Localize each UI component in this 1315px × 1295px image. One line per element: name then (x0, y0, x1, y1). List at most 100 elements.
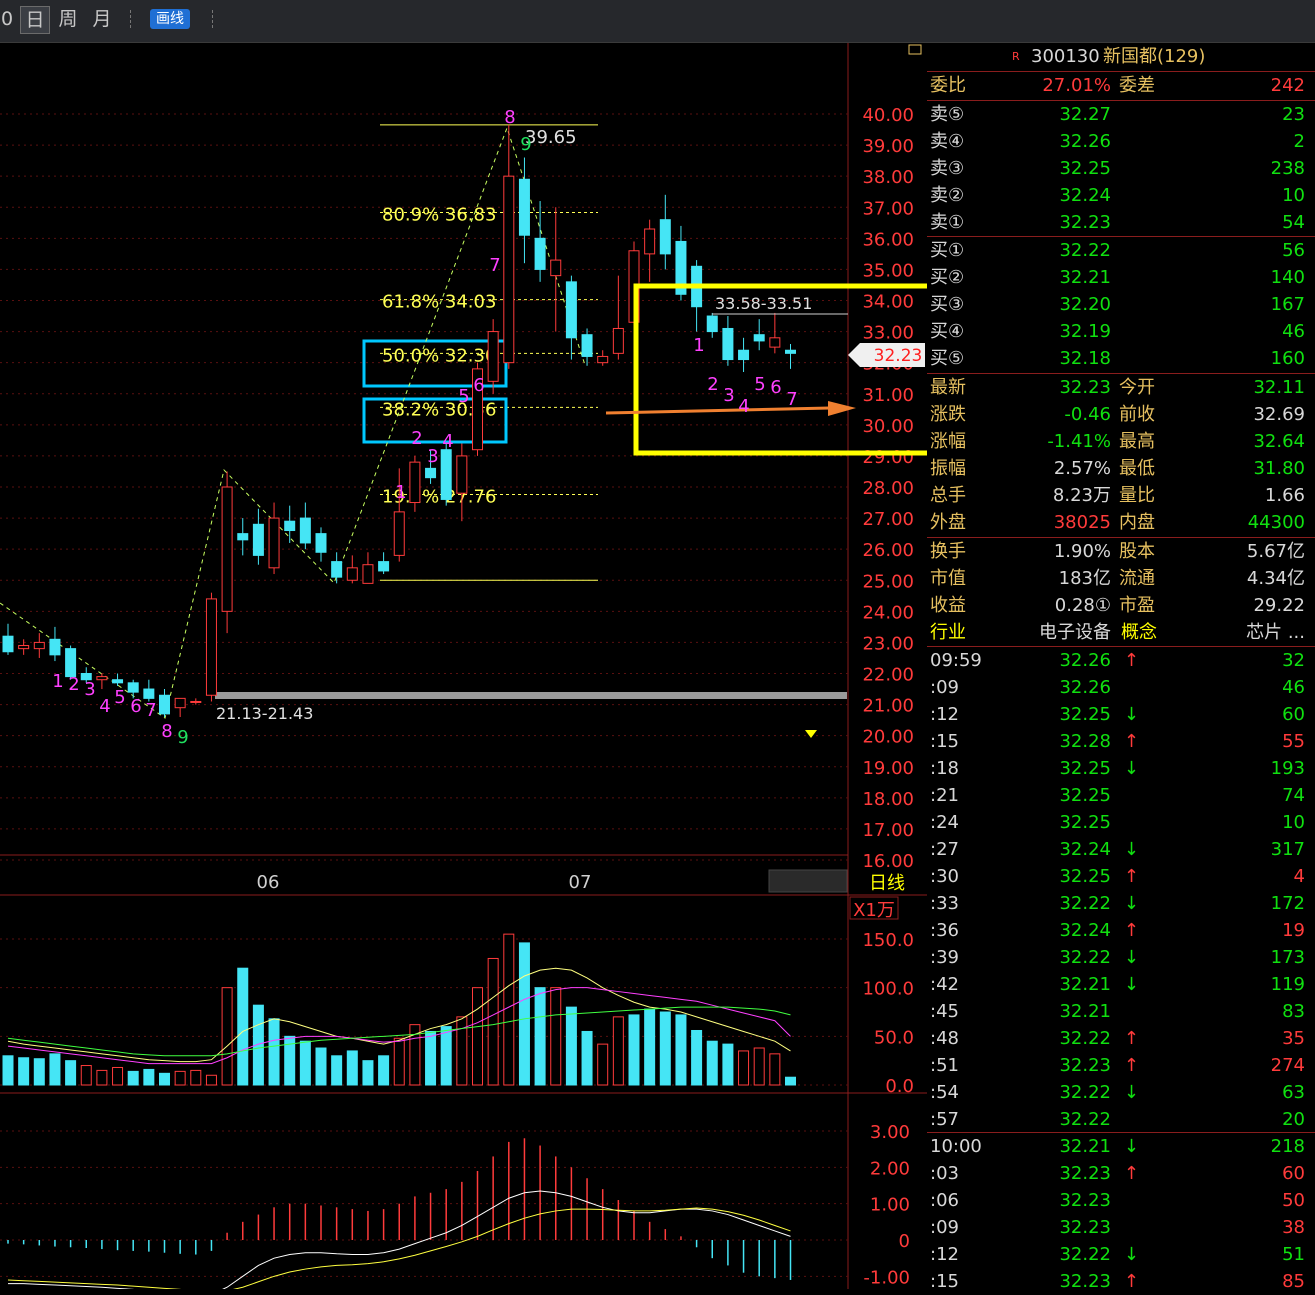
ask-row[interactable]: 卖③ 32.25 238 (927, 155, 1311, 182)
tick-time: :12 (930, 1244, 959, 1265)
date-label-06: 06 (257, 872, 280, 893)
tick-row[interactable]: :33 32.22 ↓ 172 (927, 890, 1311, 917)
tick-row[interactable]: :27 32.24 ↓ 317 (927, 836, 1311, 863)
candle-body (346, 567, 358, 581)
info-row[interactable]: 收益 0.28① 市盈 29.22 (927, 592, 1311, 619)
volume-bar (691, 1029, 703, 1086)
volume-tick-label: 150.0 (862, 930, 914, 951)
tick-volume: 51 (1282, 1244, 1305, 1265)
tick-row[interactable]: :42 32.21 ↓ 119 (927, 971, 1311, 998)
quote-header[interactable]: R 300130 新国都(129) (927, 43, 1311, 70)
tick-row[interactable]: :48 32.22 ↑ 35 (927, 1025, 1311, 1052)
tick-row[interactable]: :30 32.25 ↑ 4 (927, 863, 1311, 890)
tick-time: :54 (930, 1082, 959, 1103)
tick-row[interactable]: :51 32.23 ↑ 274 (927, 1052, 1311, 1079)
stat-value: 32.11 (1253, 377, 1305, 398)
flag-marker: R (1012, 50, 1020, 63)
sequence-count-a: 8 (161, 721, 172, 742)
tick-row[interactable]: :15 32.28 ↑ 55 (927, 728, 1311, 755)
webi-label: 委比 (930, 75, 966, 96)
tick-time: :21 (930, 785, 959, 806)
stat-row[interactable]: 涨幅 -1.41% 最高 32.64 (927, 428, 1311, 455)
volume-bar (127, 1070, 139, 1086)
tick-volume: 32 (1282, 650, 1305, 671)
volume-bar (159, 1072, 170, 1086)
stat-row[interactable]: 外盘 38025 内盘 44300 (927, 509, 1311, 536)
stat-label: 涨跌 (930, 404, 966, 425)
period-day-button[interactable]: 日 (20, 6, 50, 34)
tick-row[interactable]: 09:59 32.26 ↑ 32 (927, 647, 1311, 674)
tick-direction-icon: ↓ (1123, 758, 1139, 779)
bid-row[interactable]: 买⑤ 32.18 160 (927, 345, 1311, 372)
bid-row[interactable]: 买② 32.21 140 (927, 264, 1311, 291)
tick-price: 32.23 (1059, 1217, 1111, 1238)
ask-row[interactable]: 卖② 32.24 10 (927, 182, 1311, 209)
volume-bar (80, 1065, 92, 1086)
tick-row[interactable]: :54 32.22 ↓ 63 (927, 1079, 1311, 1106)
ask-row[interactable]: 卖① 32.23 54 (927, 209, 1311, 236)
panel-toggle-icon (908, 44, 922, 55)
info-value: 29.22 (1253, 595, 1305, 616)
industry-row[interactable]: 行业 电子设备 概念 芯片 ... (927, 619, 1311, 646)
draw-line-button[interactable]: 画线 (150, 9, 190, 29)
tick-volume: 38 (1282, 1217, 1305, 1238)
tick-row[interactable]: 10:00 32.21 ↓ 218 (927, 1133, 1311, 1160)
info-label: 流通 (1119, 568, 1155, 589)
volume-tick-label: 100.0 (862, 979, 914, 1000)
tick-time: :30 (930, 866, 959, 887)
info-row[interactable]: 市值 183亿 流通 4.34亿 (927, 565, 1311, 592)
industry-label: 行业 (930, 622, 966, 643)
bid-row[interactable]: 买③ 32.20 167 (927, 291, 1311, 318)
tick-row[interactable]: :09 32.23 38 (927, 1214, 1311, 1241)
period-week-button[interactable]: 周 (56, 6, 80, 32)
candle-body (425, 467, 437, 479)
info-value: 1.90% (1053, 541, 1111, 562)
candle-body (362, 564, 374, 584)
tick-row[interactable]: :09 32.26 46 (927, 674, 1311, 701)
tick-row[interactable]: :45 32.21 83 (927, 998, 1311, 1025)
bid-row[interactable]: 买④ 32.19 46 (927, 318, 1311, 345)
stat-row[interactable]: 涨跌 -0.46 前收 32.69 (927, 401, 1311, 428)
ask-row[interactable]: 卖⑤ 32.27 23 (927, 101, 1311, 128)
stat-row[interactable]: 振幅 2.57% 最低 31.80 (927, 455, 1311, 482)
period-month-button[interactable]: 月 (90, 6, 114, 32)
price-tick-label: 18.00 (862, 789, 914, 810)
tick-row[interactable]: :21 32.25 74 (927, 782, 1311, 809)
tick-time: :15 (930, 1271, 959, 1292)
volume-bar (518, 942, 530, 1086)
volume-bar (112, 1066, 124, 1086)
chart-scrollbar (768, 869, 848, 893)
ask-row[interactable]: 卖④ 32.26 2 (927, 128, 1311, 155)
volume-bar (565, 1006, 577, 1086)
sequence-count-b: 3 (427, 446, 438, 467)
tick-price: 32.23 (1059, 1163, 1111, 1184)
tick-volume: 317 (1270, 839, 1305, 860)
tick-row[interactable]: :39 32.22 ↓ 173 (927, 944, 1311, 971)
tick-price: 32.25 (1059, 812, 1111, 833)
toolbar-left-fragment[interactable]: 0 (0, 6, 14, 32)
stat-row[interactable]: 最新 32.23 今开 32.11 (927, 374, 1311, 401)
tick-row[interactable]: :12 32.25 ↓ 60 (927, 701, 1311, 728)
tick-row[interactable]: :03 32.23 ↑ 60 (927, 1160, 1311, 1187)
tick-time: :36 (930, 920, 959, 941)
tick-row[interactable]: :12 32.22 ↓ 51 (927, 1241, 1311, 1268)
tick-row[interactable]: :18 32.25 ↓ 193 (927, 755, 1311, 782)
bid-row[interactable]: 买① 32.22 56 (927, 237, 1311, 264)
stat-value: 32.23 (1059, 377, 1111, 398)
webi-row[interactable]: 委比 27.01% 委差 242 (927, 72, 1311, 99)
tick-row[interactable]: :06 32.23 50 (927, 1187, 1311, 1214)
tick-row[interactable]: :57 32.22 20 (927, 1106, 1311, 1133)
tick-row[interactable]: :15 32.23 ↑ 85 (927, 1268, 1311, 1295)
stat-row[interactable]: 总手 8.23万 量比 1.66 (927, 482, 1311, 509)
tick-row[interactable]: :24 32.25 10 (927, 809, 1311, 836)
volume-bar (18, 1057, 30, 1086)
candle-body (252, 523, 264, 556)
info-row[interactable]: 换手 1.90% 股本 5.67亿 (927, 538, 1311, 565)
stock-chart-area[interactable]: 40.0039.0038.0037.0036.0035.0034.0033.00… (0, 43, 927, 1289)
candle-body (722, 327, 734, 361)
tick-time: :06 (930, 1190, 959, 1211)
tick-volume: 85 (1282, 1271, 1305, 1292)
ask-volume: 2 (1293, 131, 1305, 152)
tick-row[interactable]: :36 32.24 ↑ 19 (927, 917, 1311, 944)
candle-body (565, 281, 577, 339)
